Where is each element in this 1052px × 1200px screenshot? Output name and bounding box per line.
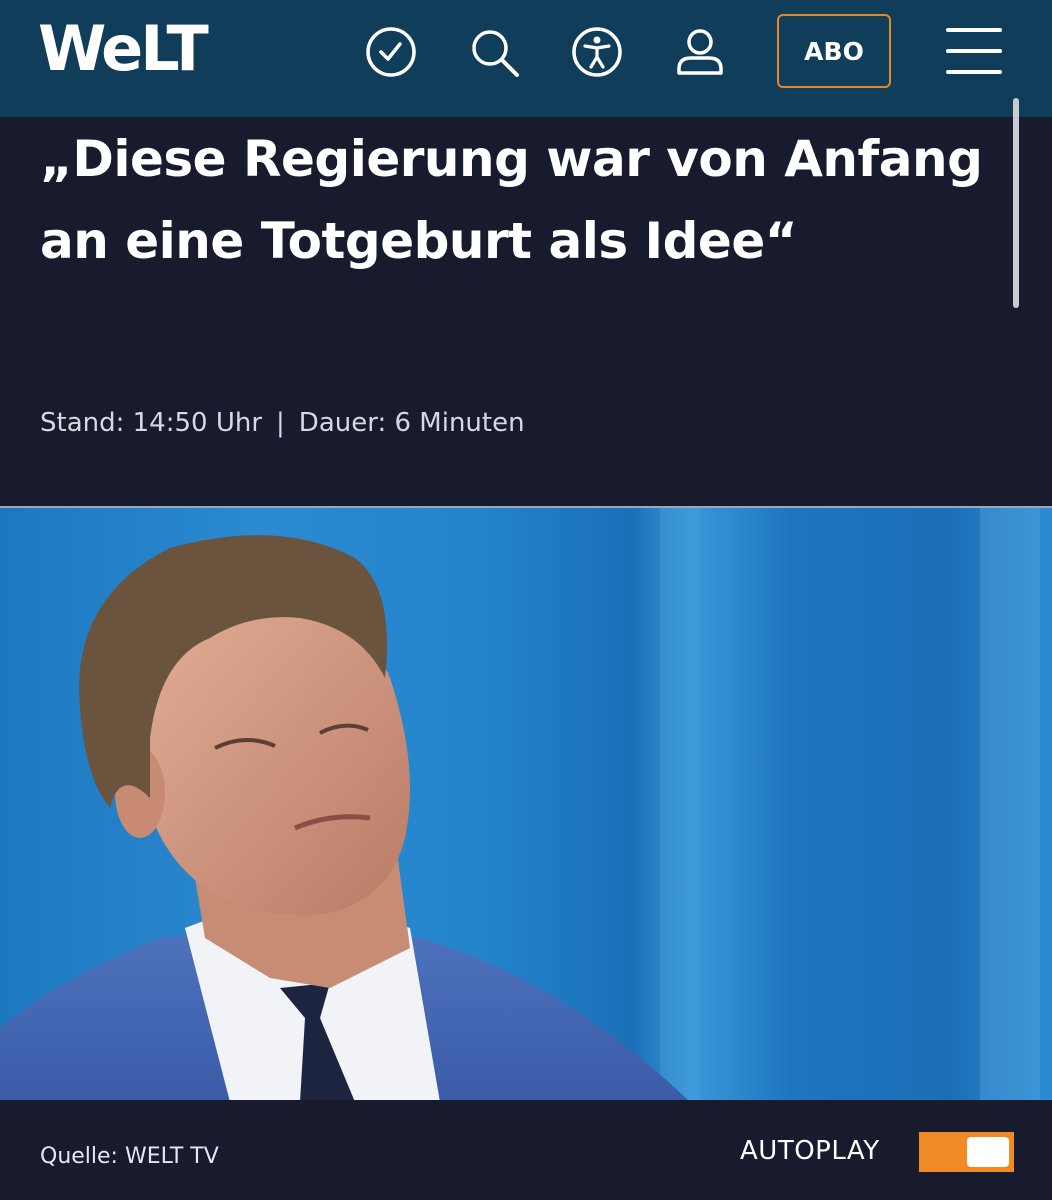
article-duration: Dauer: 6 Minuten xyxy=(298,408,525,438)
video-caption-bar: Quelle: WELT TV AUTOPLAY xyxy=(0,1100,1052,1200)
toggle-knob xyxy=(967,1137,1009,1167)
menu-line xyxy=(946,70,1002,74)
video-player[interactable] xyxy=(0,506,1052,1100)
menu-line xyxy=(946,28,1002,32)
top-navigation-bar: WeLT ABO xyxy=(0,0,1052,117)
article-headline: „Diese Regierung war von Anfang an eine … xyxy=(40,130,983,270)
article-meta: Stand: 14:50 Uhr | Dauer: 6 Minuten xyxy=(40,408,525,438)
abo-button[interactable]: ABO xyxy=(777,14,891,88)
video-source: Quelle: WELT TV xyxy=(40,1144,219,1169)
video-frame-image xyxy=(0,508,1040,1100)
article-timestamp: Stand: 14:50 Uhr xyxy=(40,408,263,438)
welt-logo[interactable]: WeLT xyxy=(38,18,209,80)
scrollbar[interactable] xyxy=(1013,98,1019,308)
menu-line xyxy=(946,49,1002,53)
meta-separator: | xyxy=(276,408,285,438)
accessibility-icon[interactable] xyxy=(569,24,625,80)
search-icon[interactable] xyxy=(466,24,522,80)
clock-icon[interactable] xyxy=(363,24,419,80)
autoplay-label: AUTOPLAY xyxy=(740,1136,880,1166)
autoplay-toggle[interactable] xyxy=(919,1132,1014,1172)
menu-icon[interactable] xyxy=(946,28,1002,74)
user-icon[interactable] xyxy=(672,24,728,80)
